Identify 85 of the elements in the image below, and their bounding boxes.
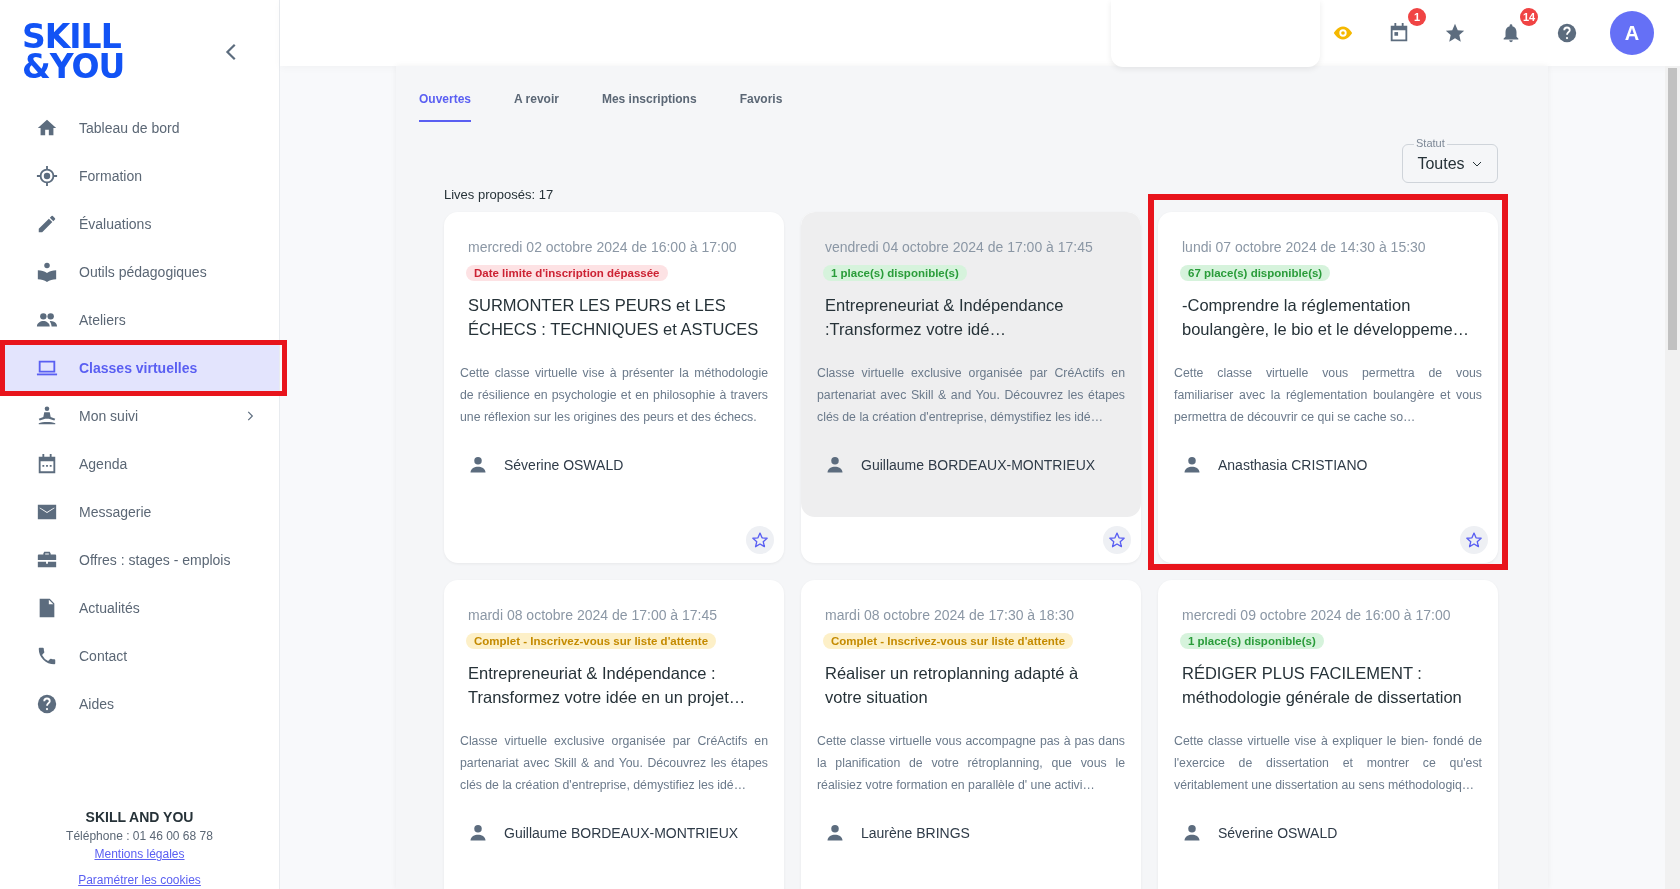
presenter-name: Anasthasia CRISTIANO — [1218, 457, 1368, 473]
favorite-button[interactable] — [1103, 526, 1131, 554]
calendar-icon — [1388, 22, 1410, 44]
session-date: mercredi 02 octobre 2024 de 16:00 à 17:00 — [467, 239, 738, 255]
footer-link[interactable]: Paramétrer les cookies — [78, 873, 201, 887]
session-date: mardi 08 octobre 2024 de 17:00 à 17:45 — [467, 607, 719, 623]
tab[interactable]: Mes inscriptions — [601, 92, 697, 122]
results-count: Lives proposés: 17 — [444, 187, 555, 202]
person-icon — [468, 823, 488, 843]
session-description: Cette classe virtuelle vous accompagne pas à pas dans la planification de votre rétroplanning, que vous le réalisiez votre formation en parallèle d' une activi… — [816, 733, 1126, 794]
sidebar-item[interactable]: Classes virtuelles — [5, 344, 279, 392]
sidebar-item[interactable]: Outils pédagogiques — [5, 248, 279, 296]
target-icon — [36, 165, 58, 187]
session-date: mercredi 09 octobre 2024 de 16:00 à 17:00 — [1181, 607, 1452, 623]
presenter-name: Laurène BRINGS — [861, 825, 970, 841]
favorite-button[interactable] — [746, 526, 774, 554]
sidebar-item[interactable]: Offres : stages - emplois — [5, 536, 279, 584]
sidebar-item[interactable]: Ateliers — [5, 296, 279, 344]
scrollbar[interactable] — [1665, 66, 1680, 889]
sidebar-item[interactable]: Évaluations — [5, 200, 279, 248]
session-card[interactable] — [801, 580, 1141, 889]
sidebar-item[interactable]: Actualités — [5, 584, 279, 632]
tab[interactable]: Favoris — [739, 92, 783, 122]
session-card[interactable] — [1158, 580, 1498, 889]
sidebar-item[interactable]: Tableau de bord — [5, 104, 279, 152]
session-description: Classe virtuelle exclusive organisée par CréActifs en partenariat avec Skill & and You. Découvrez les étapes clés de la création d'entreprise, démystifiez les idé… — [459, 733, 769, 794]
status-tag: Date limite d'inscription dépassée — [466, 265, 668, 281]
session-title: Réaliser un retroplanning adapté à votre situation — [824, 663, 1080, 708]
phone-icon — [36, 645, 58, 667]
sidebar-item[interactable]: Mon suivi — [5, 392, 279, 440]
status-tag: 1 place(s) disponible(s) — [823, 265, 967, 281]
select-label: Statut — [1414, 137, 1447, 149]
presenter-name: Séverine OSWALD — [1218, 825, 1338, 841]
calendar-icon — [36, 453, 58, 475]
presenter-name: Guillaume BORDEAUX-MONTRIEUX — [861, 457, 1096, 473]
help-icon — [36, 693, 58, 715]
status-tag: 67 place(s) disponible(s) — [1180, 265, 1331, 281]
session-date: vendredi 04 octobre 2024 de 17:00 à 17:45 — [824, 239, 1094, 255]
sidebar-item[interactable]: Formation — [5, 152, 279, 200]
meditation-icon — [36, 405, 58, 427]
presenter-name: Guillaume BORDEAUX-MONTRIEUX — [504, 825, 739, 841]
book-reader-icon — [36, 261, 58, 283]
session-title: RÉDIGER PLUS FACILEMENT : méthodologie générale de dissertation — [1181, 663, 1463, 708]
logo: SKILL &YOU — [22, 22, 125, 82]
person-icon — [1182, 455, 1202, 475]
session-description: Cette classe virtuelle vise à présenter la méthodologie de résilience en psychologie et en philosophie à travers une réflexion sur les origines des peurs et des échecs. — [459, 365, 769, 426]
person-icon — [1182, 823, 1202, 843]
star-icon — [751, 531, 769, 549]
star-icon — [1465, 531, 1483, 549]
phone-number: Téléphone : 01 46 00 68 78 — [66, 829, 213, 843]
tab[interactable]: A revoir — [514, 92, 559, 122]
session-description: Classe virtuelle exclusive organisée par CréActifs en partenariat avec Skill & and You. Découvrez les étapes clés de la création d'entreprise, démystifiez les idé… — [816, 365, 1126, 426]
star-icon — [1108, 531, 1126, 549]
session-description: Cette classe virtuelle vous permettra de vous familiariser avec la réglementation boulangère et vous permettra de découvrir ce qui se cache so… — [1173, 365, 1483, 426]
session-card[interactable] — [444, 580, 784, 889]
sidebar-item[interactable]: Contact — [5, 632, 279, 680]
person-icon — [825, 823, 845, 843]
star-icon — [1444, 22, 1466, 44]
session-title: SURMONTER LES PEURS et LES ÉCHECS : TECHNIQUES et ASTUCES — [467, 295, 760, 340]
status-tag: Complet - Inscrivez-vous sur liste d'attente — [466, 633, 717, 649]
avatar[interactable]: A — [1610, 11, 1654, 55]
session-title: Entrepreneuriat & Indépendance : Transformez votre idée en un projet… — [467, 663, 747, 708]
session-description: Cette classe virtuelle vise à expliquer le bien- fondé de l'exercice de dissertation et montrer ce qu'est véritablement une dissertation au sens méthodologiq… — [1173, 733, 1483, 794]
pencil-icon — [36, 213, 58, 235]
sidebar-item[interactable]: Agenda — [5, 440, 279, 488]
session-card[interactable] — [444, 212, 784, 563]
status-tag: Complet - Inscrivez-vous sur liste d'attente — [823, 633, 1074, 649]
company-name: SKILL AND YOU — [85, 809, 194, 825]
count-badge: 1 — [1408, 8, 1426, 26]
session-date: lundi 07 octobre 2024 de 14:30 à 15:30 — [1181, 239, 1427, 255]
person-icon — [825, 455, 845, 475]
favorite-button[interactable] — [1460, 526, 1488, 554]
footer-link[interactable]: Mentions légales — [94, 847, 185, 861]
session-title: -Comprendre la réglementation boulangère, le bio et le développeme… — [1181, 295, 1471, 340]
sidebar-item[interactable]: Messagerie — [5, 488, 279, 536]
count-badge: 14 — [1520, 8, 1538, 26]
person-icon — [468, 455, 488, 475]
presenter-name: Séverine OSWALD — [504, 457, 624, 473]
session-title: Entrepreneuriat & Indépendance :Transformez votre idé… — [824, 295, 1065, 340]
scrollbar-thumb[interactable] — [1668, 68, 1677, 350]
session-date: mardi 08 octobre 2024 de 17:30 à 18:30 — [824, 607, 1076, 623]
status-tag: 1 place(s) disponible(s) — [1180, 633, 1324, 649]
help-icon — [1556, 22, 1578, 44]
tab[interactable]: Ouvertes — [419, 92, 472, 122]
sidebar-item[interactable]: Aides — [5, 680, 279, 728]
